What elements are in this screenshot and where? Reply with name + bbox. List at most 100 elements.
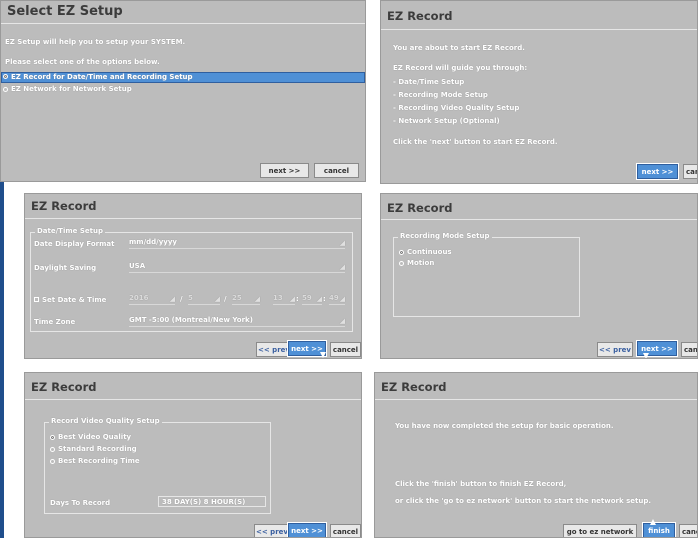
prev-button[interactable]: << prev: [256, 342, 292, 357]
daylight-saving-dropdown[interactable]: USA ◢: [129, 262, 345, 273]
ez-network-radio[interactable]: [3, 87, 8, 92]
second-value: 49: [329, 294, 339, 302]
dialog-title: EZ Record: [387, 9, 453, 23]
year-spinner[interactable]: 2016 ◢: [129, 294, 175, 305]
time-separator: :: [323, 295, 326, 303]
days-to-record-label: Days To Record: [50, 499, 111, 507]
best-recording-time-radio[interactable]: [50, 459, 55, 464]
cancel-button[interactable]: cancel: [330, 342, 361, 357]
spinner-arrow-icon: ◢: [169, 295, 175, 303]
time-separator: :: [296, 295, 299, 303]
next-button[interactable]: next >>: [260, 163, 309, 178]
start-hint-text: Click the 'next' button to start EZ Reco…: [393, 138, 558, 146]
cancel-button[interactable]: canc: [679, 524, 697, 537]
time-zone-dropdown[interactable]: GMT -5:00 (Montreal/New York) ◢: [129, 316, 345, 327]
month-spinner[interactable]: 5 ◢: [188, 294, 220, 305]
best-recording-time-option[interactable]: Best Recording Time: [58, 457, 140, 465]
date-format-value: mm/dd/yyyy: [129, 238, 177, 246]
next-button[interactable]: next >>: [287, 522, 327, 537]
standard-recording-radio[interactable]: [50, 447, 55, 452]
group-legend: Recording Mode Setup: [398, 232, 492, 240]
spinner-arrow-icon: ◢: [339, 295, 345, 303]
dialog-title: EZ Record: [381, 380, 447, 394]
guide-text: EZ Record will guide you through:: [393, 64, 528, 72]
select-ez-setup-dialog: Select EZ Setup EZ Setup will help you t…: [0, 0, 366, 182]
title-divider: [381, 29, 697, 30]
continuous-radio[interactable]: [399, 250, 404, 255]
next-button[interactable]: next >>: [636, 163, 679, 180]
datetime-setup-dialog: EZ Record Date/Time Setup Date Display F…: [24, 193, 362, 359]
ez-network-option[interactable]: EZ Network for Network Setup: [11, 85, 132, 93]
intro-text: EZ Setup will help you to setup your SYS…: [5, 38, 186, 46]
hour-spinner[interactable]: 13 ◢: [273, 294, 295, 305]
year-value: 2016: [129, 294, 149, 302]
mouse-cursor-icon: [643, 353, 649, 358]
finish-button[interactable]: finish: [642, 522, 676, 537]
set-date-label: Set Date & Time: [42, 296, 107, 304]
recording-mode-dialog: EZ Record Recording Mode Setup Continuou…: [380, 193, 698, 359]
instruction-text: Please select one of the options below.: [5, 58, 160, 66]
group-legend: Record Video Quality Setup: [49, 417, 162, 425]
date-separator: /: [180, 295, 183, 303]
intro-text: You are about to start EZ Record.: [393, 44, 525, 52]
guide-item: - Date/Time Setup: [393, 78, 465, 86]
title-divider: [1, 23, 365, 24]
prev-button[interactable]: << prev: [597, 342, 633, 357]
date-separator: /: [224, 295, 227, 303]
second-spinner[interactable]: 49 ◢: [329, 294, 345, 305]
spinner-arrow-icon: ◢: [214, 295, 220, 303]
guide-item: - Recording Video Quality Setup: [393, 104, 520, 112]
spinner-arrow-icon: ◢: [289, 295, 295, 303]
mouse-cursor-icon: [650, 519, 656, 525]
cancel-button[interactable]: canc: [681, 342, 697, 357]
dialog-title: EZ Record: [31, 380, 97, 394]
spinner-arrow-icon: ◢: [254, 295, 260, 303]
cancel-button[interactable]: cancel: [314, 163, 359, 178]
date-format-dropdown[interactable]: mm/dd/yyyy ◢: [129, 238, 345, 249]
dropdown-arrow-icon: ◢: [339, 263, 345, 271]
time-zone-label: Time Zone: [34, 318, 76, 326]
mouse-cursor-icon: [320, 352, 326, 358]
month-value: 5: [188, 294, 193, 302]
day-spinner[interactable]: 25 ◢: [232, 294, 260, 305]
video-quality-dialog: EZ Record Record Video Quality Setup Bes…: [24, 372, 362, 538]
best-video-quality-option[interactable]: Best Video Quality: [58, 433, 131, 441]
title-divider: [381, 219, 697, 220]
ez-record-radio[interactable]: [3, 74, 8, 79]
day-value: 25: [232, 294, 242, 302]
title-divider: [25, 218, 361, 219]
continuous-option[interactable]: Continuous: [407, 248, 452, 256]
daylight-saving-value: USA: [129, 262, 146, 270]
title-divider: [25, 399, 361, 400]
hour-value: 13: [273, 294, 283, 302]
date-format-label: Date Display Format: [34, 240, 115, 248]
guide-item: - Recording Mode Setup: [393, 91, 488, 99]
motion-option[interactable]: Motion: [407, 259, 434, 267]
ez-record-option[interactable]: EZ Record for Date/Time and Recording Se…: [11, 73, 193, 81]
completion-text: You have now completed the setup for bas…: [395, 422, 614, 430]
dialog-title: EZ Record: [31, 199, 97, 213]
spinner-arrow-icon: ◢: [316, 295, 322, 303]
prev-button[interactable]: << prev: [254, 524, 290, 537]
standard-recording-option[interactable]: Standard Recording: [58, 445, 137, 453]
dialog-title: Select EZ Setup: [7, 4, 123, 19]
dialog-title: EZ Record: [387, 201, 453, 215]
minute-spinner[interactable]: 59 ◢: [302, 294, 322, 305]
guide-item: - Network Setup (Optional): [393, 117, 500, 125]
minute-value: 59: [302, 294, 312, 302]
cancel-button[interactable]: canc: [683, 164, 697, 179]
dropdown-arrow-icon: ◢: [339, 317, 345, 325]
group-legend: Date/Time Setup: [35, 227, 105, 235]
finish-hint-text: Click the 'finish' button to finish EZ R…: [395, 480, 567, 488]
best-video-quality-radio[interactable]: [50, 435, 55, 440]
days-to-record-value: 38 DAY(S) 8 HOUR(S): [162, 498, 246, 506]
set-date-checkbox[interactable]: [34, 297, 39, 302]
ez-record-complete-dialog: EZ Record You have now completed the set…: [374, 372, 698, 538]
ez-record-intro-dialog: EZ Record You are about to start EZ Reco…: [380, 0, 698, 184]
dropdown-arrow-icon: ◢: [339, 239, 345, 247]
network-hint-text: or click the 'go to ez network' button t…: [395, 497, 651, 505]
time-zone-value: GMT -5:00 (Montreal/New York): [129, 316, 253, 324]
cancel-button[interactable]: cancel: [330, 524, 361, 537]
go-to-ez-network-button[interactable]: go to ez network: [563, 524, 637, 537]
motion-radio[interactable]: [399, 261, 404, 266]
